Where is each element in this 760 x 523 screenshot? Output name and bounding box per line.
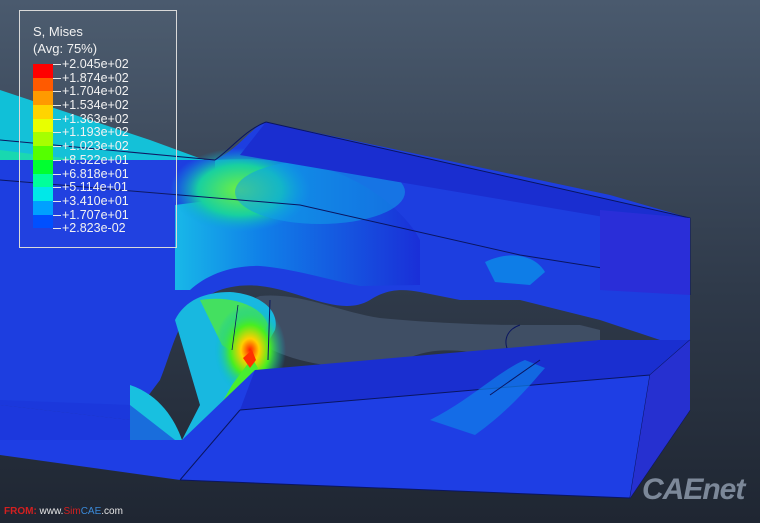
legend-label: +5.114e+01 — [62, 180, 128, 195]
legend-color-bar — [33, 64, 53, 229]
legend-title: S, Mises — [33, 24, 83, 39]
legend-swatch — [33, 77, 53, 92]
legend-label: +1.874e+02 — [62, 70, 129, 85]
legend-swatch — [33, 91, 53, 106]
legend-ticks — [53, 64, 61, 242]
legend-label: +1.363e+02 — [62, 111, 129, 126]
legend-label: +3.410e+01 — [62, 193, 129, 208]
legend-label: +1.023e+02 — [62, 139, 129, 154]
legend-swatch — [33, 146, 53, 160]
legend-swatch — [33, 105, 53, 119]
legend-label: +1.704e+02 — [62, 84, 129, 99]
legend-label: +1.193e+02 — [62, 125, 129, 140]
watermark-logo: CAEnet — [642, 473, 745, 506]
source-www: www. — [36, 506, 64, 517]
source-com: .com — [101, 506, 123, 517]
legend-tick — [53, 77, 61, 92]
legend-tick — [53, 173, 61, 188]
legend-subtitle: (Avg: 75%) — [33, 41, 98, 56]
legend-tick — [53, 146, 61, 160]
legend-swatch — [33, 173, 53, 188]
source-sim: Sim — [63, 506, 81, 517]
legend-tick — [53, 228, 61, 242]
legend-swatch — [33, 118, 53, 133]
legend-tick — [53, 187, 61, 201]
legend-label: +6.818e+01 — [62, 166, 129, 181]
legend-swatch — [33, 187, 53, 201]
legend-swatch — [33, 214, 53, 229]
legend-tick — [53, 159, 61, 174]
legend-tick — [53, 91, 61, 105]
legend-label: +2.045e+02 — [62, 57, 129, 71]
legend-label: +2.823e-02 — [62, 221, 126, 236]
legend-swatch — [33, 159, 53, 174]
source-credit: FROM: www.SimCAE.com — [4, 506, 123, 517]
legend-tick — [53, 200, 61, 215]
legend-tick — [53, 214, 61, 229]
legend-tick — [53, 132, 61, 146]
legend-label: +1.534e+02 — [62, 98, 129, 113]
legend-label: +1.707e+01 — [62, 207, 129, 222]
source-cae: CAE — [80, 506, 102, 517]
legend-tick — [53, 64, 61, 78]
legend-label: +8.522e+01 — [62, 152, 129, 167]
legend-tick — [53, 105, 61, 119]
source-from-label: FROM: — [4, 506, 37, 517]
legend-swatch — [33, 200, 53, 215]
legend-tick — [53, 118, 61, 133]
legend-swatch — [33, 64, 53, 78]
legend-labels: +2.045e+02 +1.874e+02 +1.704e+02 +1.534e… — [62, 57, 129, 236]
legend-swatch — [33, 132, 53, 147]
